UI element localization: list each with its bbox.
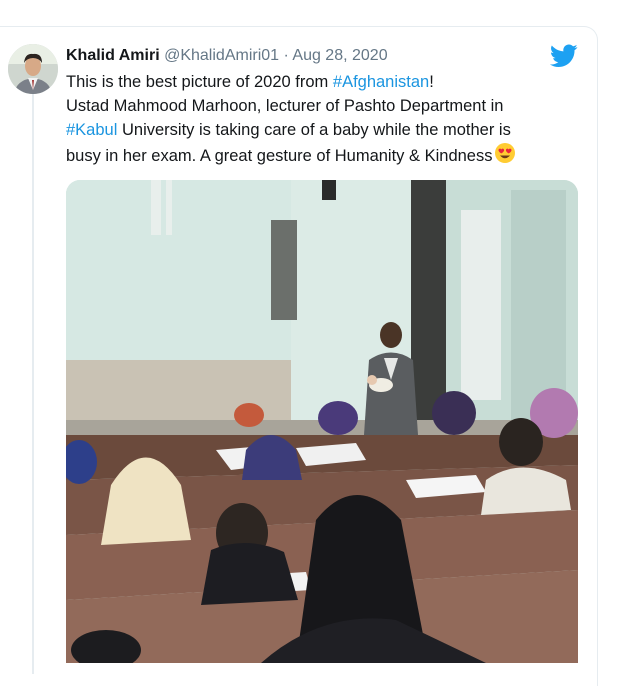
text-segment: This is the best picture of 2020 from	[66, 73, 333, 91]
tweet-text-line-1: This is the best picture of 2020 from #A…	[66, 70, 591, 94]
heart-eyes-emoji-icon	[495, 143, 516, 163]
author-name[interactable]: Khalid Amiri	[66, 47, 160, 64]
tweet-text-line-3: #Kabul University is taking care of a ba…	[66, 118, 591, 142]
tweet-header: Khalid Amiri @KhalidAmiri01 · Aug 28, 20…	[66, 46, 560, 66]
text-segment: University is taking care of a baby whil…	[117, 121, 511, 139]
hashtag-afghanistan[interactable]: #Afghanistan	[333, 73, 429, 91]
thread-line	[32, 74, 34, 674]
tweet-photo[interactable]	[66, 180, 578, 663]
hashtag-kabul[interactable]: #Kabul	[66, 121, 117, 139]
tweet-text-line-2: Ustad Mahmood Marhoon, lecturer of Pasht…	[66, 97, 504, 115]
tweet-text-line-4: busy in her exam. A great gesture of Hum…	[66, 142, 591, 168]
tweet-text: This is the best picture of 2020 from #A…	[66, 70, 591, 168]
separator: ·	[283, 47, 289, 64]
tweet-date[interactable]: Aug 28, 2020	[292, 47, 387, 64]
text-segment: busy in her exam. A great gesture of Hum…	[66, 147, 493, 165]
author-handle[interactable]: @KhalidAmiri01	[164, 47, 279, 64]
photo-classroom-scene	[66, 180, 578, 663]
text-segment: !	[429, 73, 434, 91]
avatar[interactable]	[8, 44, 58, 94]
twitter-bird-icon[interactable]	[550, 44, 578, 68]
